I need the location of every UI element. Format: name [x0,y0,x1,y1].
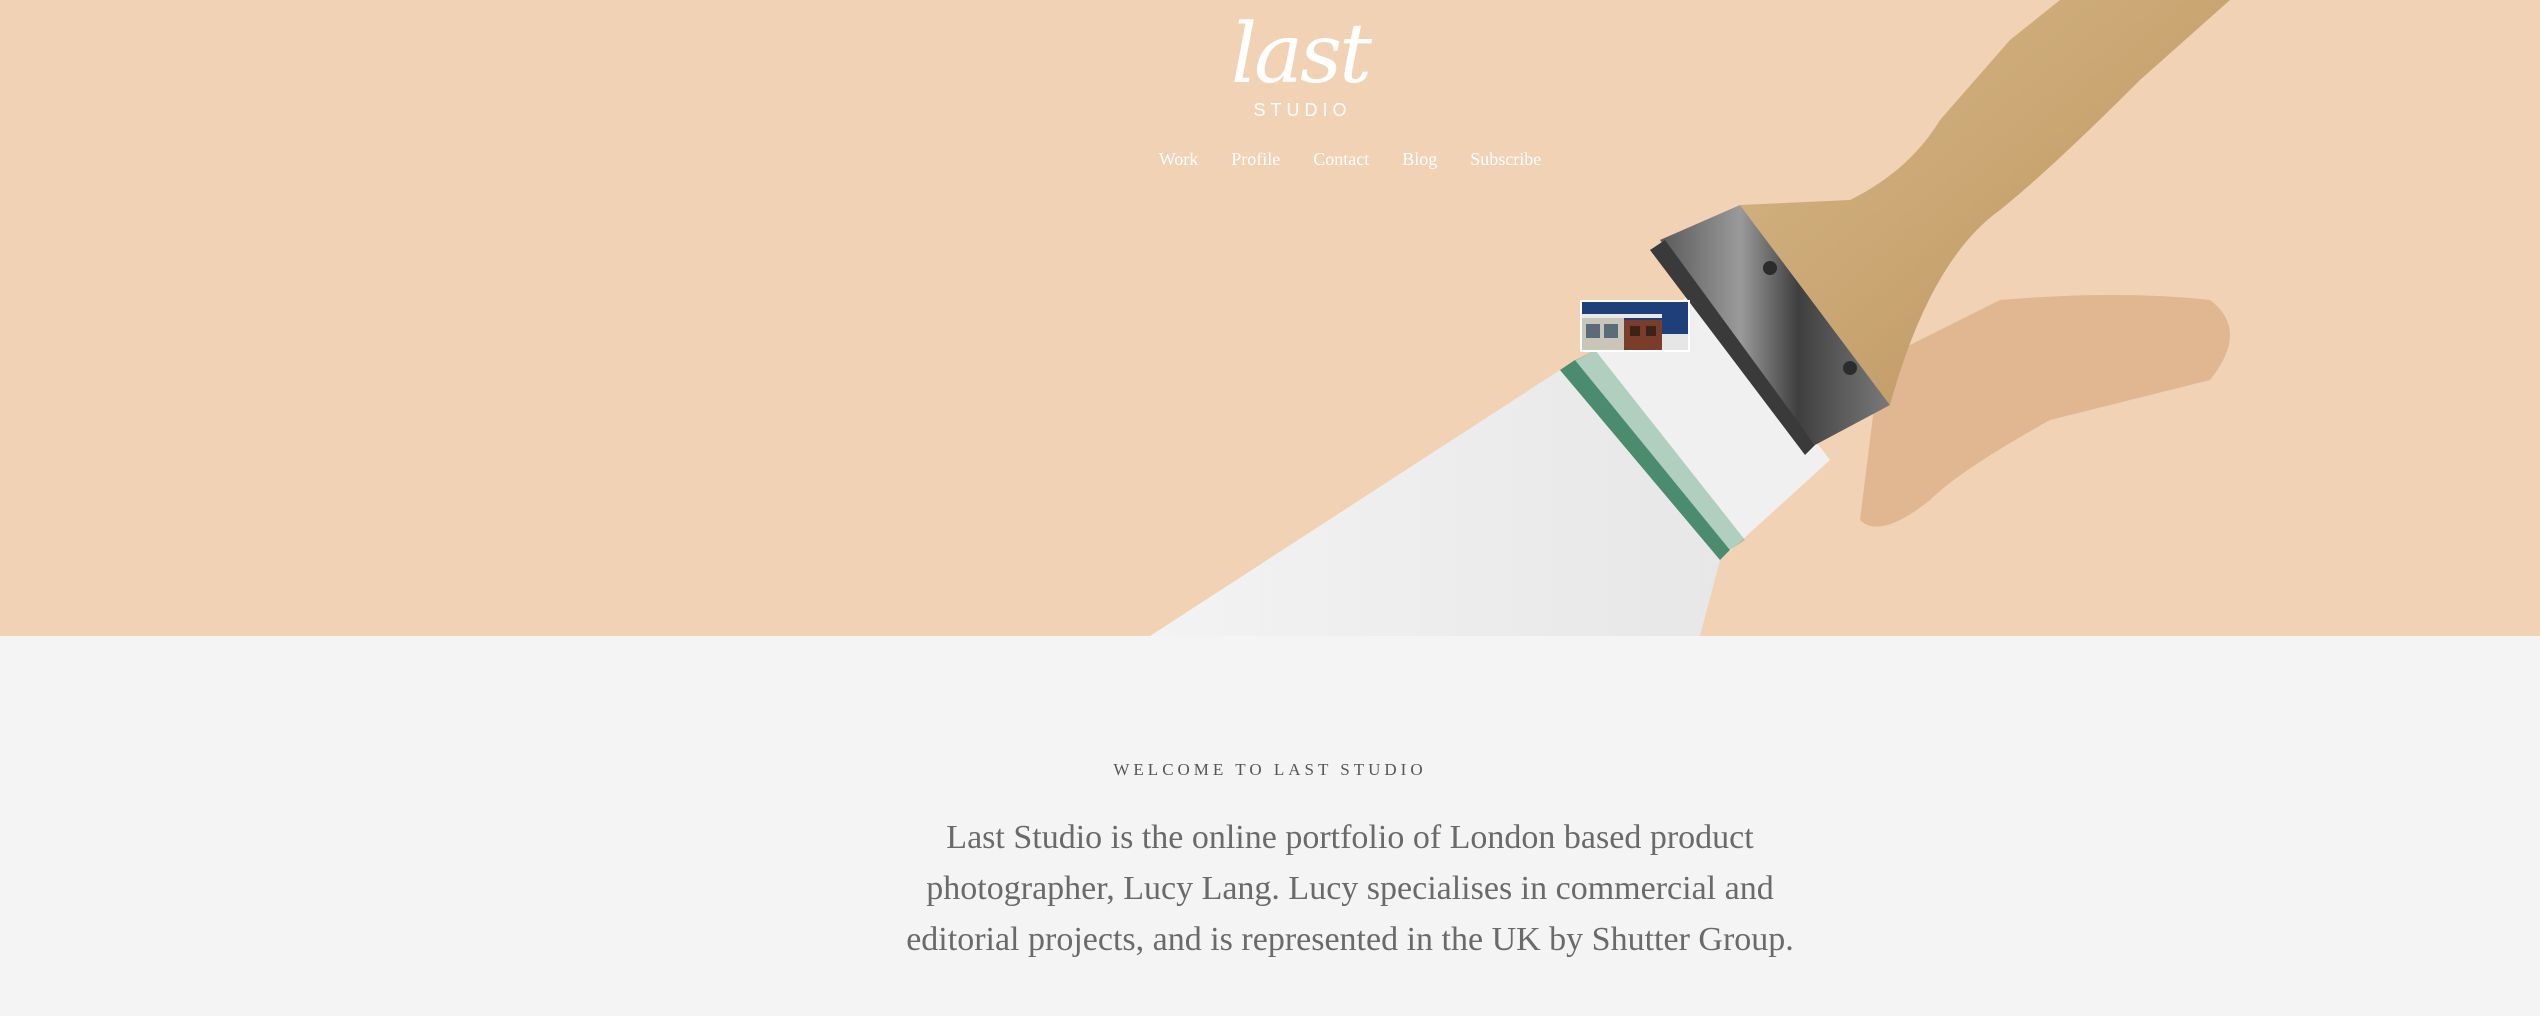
logo-script: last [1230,7,1372,102]
intro-section: WELCOME TO LAST STUDIO Last Studio is th… [0,636,2540,1016]
site-logo[interactable]: last STUDIO [1220,0,1380,135]
main-nav: Work Profile Contact Blog Subscribe [1140,144,1560,178]
nav-profile[interactable]: Profile [1231,144,1280,178]
building-image [1582,302,1688,350]
nav-contact[interactable]: Contact [1313,144,1369,178]
building-thumbnail[interactable] [1580,300,1690,352]
intro-paragraph: Last Studio is the online portfolio of L… [906,819,1794,958]
hero-banner: last STUDIO Work Profile Contact Blog Su… [0,0,2540,636]
nav-blog[interactable]: Blog [1402,144,1437,178]
nav-subscribe[interactable]: Subscribe [1470,144,1541,178]
logo-subtitle: STUDIO [1253,100,1352,120]
welcome-heading: WELCOME TO LAST STUDIO [1113,760,1427,779]
nav-work[interactable]: Work [1159,144,1199,178]
